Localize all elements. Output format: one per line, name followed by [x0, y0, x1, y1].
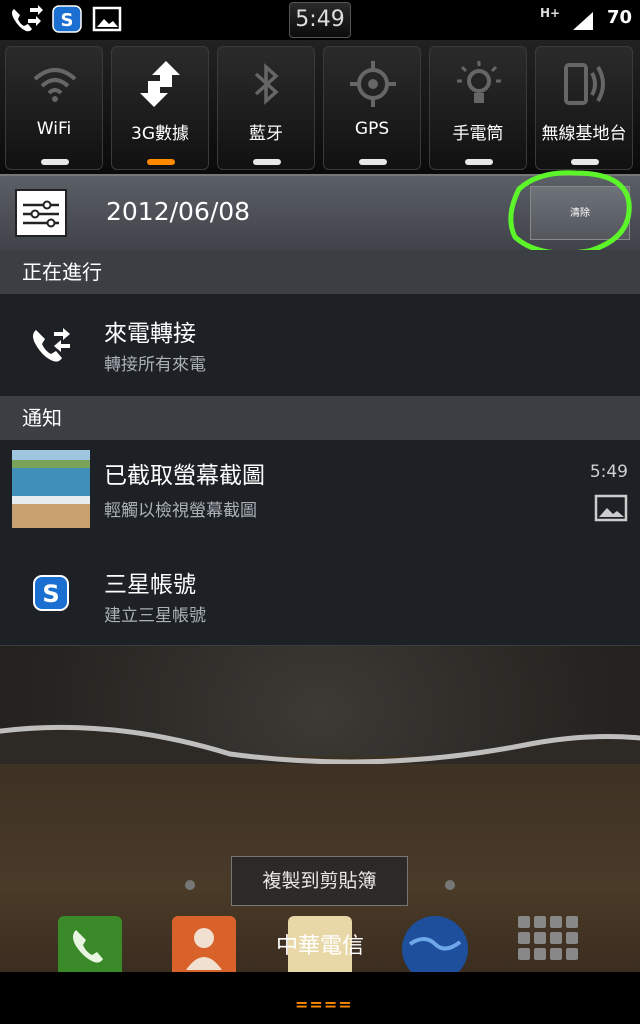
- toggle-label: GPS: [354, 119, 390, 139]
- status-clock: 5:49: [289, 2, 351, 38]
- samsung-account-icon: S: [33, 575, 69, 611]
- toggle-hotspot[interactable]: 無線基地台: [535, 46, 633, 170]
- toggle-indicator: [41, 159, 69, 165]
- toggle-label: 手電筒: [452, 124, 504, 144]
- wifi-icon: [33, 68, 77, 102]
- toggle-label: 3G數據: [131, 124, 189, 144]
- notification-subtitle: 轉接所有來電: [104, 355, 206, 375]
- toggle-gps[interactable]: GPS: [323, 46, 421, 170]
- battery-level: 70: [606, 7, 632, 28]
- network-type: H+: [540, 6, 561, 20]
- section-notifications-header: 通知: [0, 396, 640, 440]
- date-label: 2012/06/08: [106, 197, 251, 226]
- quick-settings-panel: WiFi 3G數據 藍牙 GPS 手電筒 無線基地台: [0, 40, 640, 174]
- toggle-label: 無線基地台: [541, 124, 627, 144]
- highlight-circle-annotation: [508, 170, 632, 256]
- notification-screenshot[interactable]: 已截取螢幕截圖 輕觸以檢視螢幕截圖 5:49: [0, 440, 640, 544]
- toggle-flashlight[interactable]: 手電筒: [429, 46, 527, 170]
- page-indicator-dot: [445, 880, 455, 890]
- image-icon: [594, 494, 628, 522]
- toggle-indicator: [147, 159, 175, 165]
- notification-call-forwarding[interactable]: 來電轉接 轉接所有來電: [0, 294, 640, 397]
- notification-title: 來電轉接: [104, 321, 196, 347]
- hotspot-icon: [564, 63, 605, 105]
- settings-button[interactable]: [15, 189, 67, 237]
- notification-title: 三星帳號: [104, 572, 196, 598]
- samsung-account-icon: S: [52, 5, 82, 33]
- wallpaper-wave: [0, 724, 640, 764]
- section-ongoing-header: 正在進行: [0, 250, 640, 294]
- notification-subtitle: 建立三星帳號: [104, 606, 206, 626]
- page-indicator-dot: [185, 880, 195, 890]
- bluetooth-icon: [254, 63, 279, 105]
- notification-subtitle: 輕觸以檢視螢幕截圖: [104, 501, 257, 521]
- toggle-bluetooth[interactable]: 藍牙: [217, 46, 315, 170]
- flashlight-icon: [457, 61, 501, 103]
- phone-forward-icon: [12, 5, 43, 32]
- data-transfer-icon: [140, 61, 180, 107]
- phone-forward-icon: [33, 328, 70, 362]
- svg-text:S: S: [61, 10, 74, 31]
- toggle-label: 藍牙: [249, 124, 283, 144]
- screenshot-thumbnail: [12, 450, 90, 528]
- status-bar: S 5:49 H+ 70: [0, 0, 640, 40]
- image-icon: [92, 6, 122, 32]
- toggle-indicator: [253, 159, 281, 165]
- toggle-indicator: [465, 159, 493, 165]
- notification-title: 已截取螢幕截圖: [104, 463, 265, 489]
- toggle-indicator: [359, 159, 387, 165]
- settings-sliders-icon: [15, 189, 67, 237]
- drawer-handle[interactable]: ====: [295, 995, 353, 1014]
- notification-samsung-account[interactable]: S 三星帳號 建立三星帳號: [0, 543, 640, 646]
- gps-icon: [350, 61, 396, 107]
- toggle-wifi[interactable]: WiFi: [5, 46, 103, 170]
- carrier-label: 中華電信: [275, 934, 364, 959]
- notification-time: 5:49: [589, 462, 628, 482]
- copy-to-clipboard-button[interactable]: 複製到剪貼簿: [231, 856, 408, 906]
- toggle-label: WiFi: [36, 119, 72, 139]
- svg-text:S: S: [42, 580, 59, 608]
- toggle-3g-data[interactable]: 3G數據: [111, 46, 209, 170]
- signal-icon: [573, 12, 593, 30]
